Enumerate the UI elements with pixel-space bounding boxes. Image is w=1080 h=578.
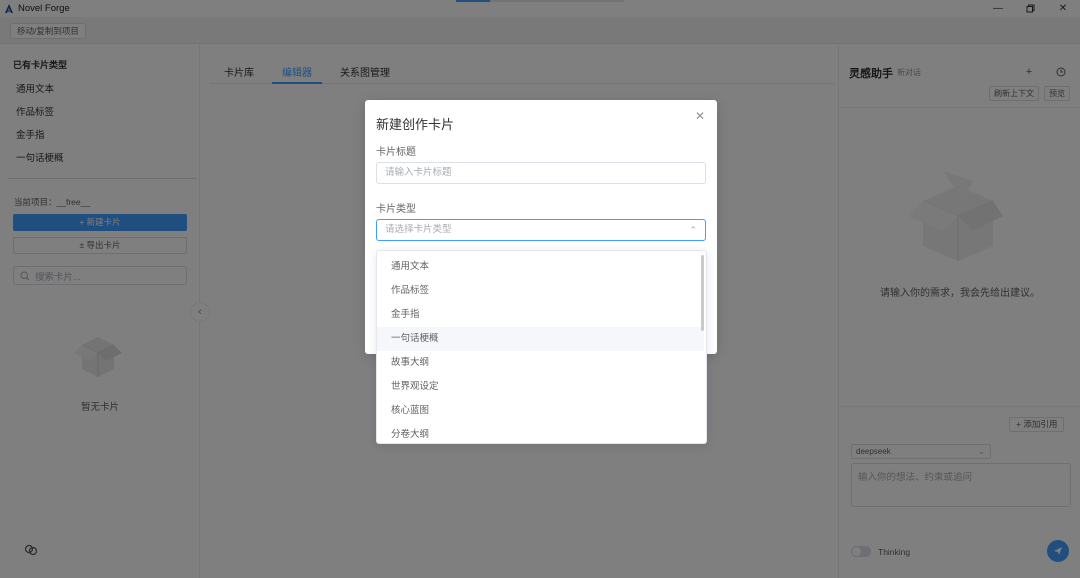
dropdown-option[interactable]: 一句话梗概 — [377, 327, 704, 351]
dropdown-option[interactable]: 作品标签 — [377, 279, 704, 303]
dropdown-option[interactable]: 金手指 — [377, 303, 704, 327]
dropdown-option[interactable]: 故事大纲 — [377, 351, 704, 375]
dropdown-option[interactable]: 分卷大纲 — [377, 423, 704, 443]
close-icon: ✕ — [694, 109, 706, 123]
dropdown-scrollbar[interactable] — [701, 255, 704, 331]
card-type-dropdown: 通用文本 作品标签 金手指 一句话梗概 故事大纲 世界观设定 核心蓝图 分卷大纲 — [376, 250, 707, 444]
card-type-placeholder: 请选择卡片类型 — [385, 224, 452, 235]
dialog-title: 新建创作卡片 — [376, 117, 455, 132]
dropdown-option[interactable]: 核心蓝图 — [377, 399, 704, 423]
dropdown-option[interactable]: 世界观设定 — [377, 375, 704, 399]
card-type-select[interactable]: 请选择卡片类型 ⌃ — [376, 219, 706, 241]
dialog-close-button[interactable]: ✕ — [693, 109, 707, 123]
card-title-input[interactable]: 请输入卡片标题 — [376, 162, 706, 184]
chevron-up-icon: ⌃ — [689, 225, 697, 235]
card-title-label: 卡片标题 — [376, 147, 416, 158]
card-title-placeholder: 请输入卡片标题 — [385, 167, 452, 178]
dropdown-option[interactable]: 通用文本 — [377, 255, 704, 279]
card-type-label: 卡片类型 — [376, 204, 416, 215]
